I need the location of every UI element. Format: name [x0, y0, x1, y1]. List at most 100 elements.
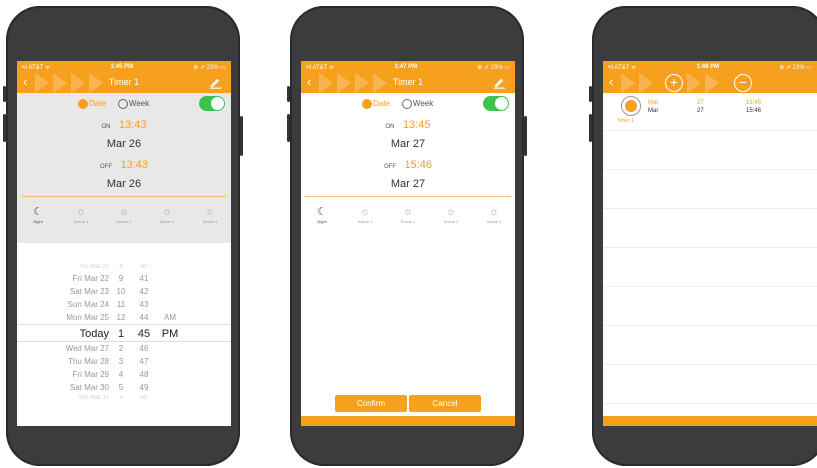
nav-title: Timer 1: [392, 77, 424, 87]
empty-row: [603, 131, 817, 170]
power-button: [524, 116, 527, 156]
scene-1[interactable]: ☼ Scene 1: [350, 205, 380, 229]
sun-icon: ☼: [118, 206, 130, 218]
on-time-row[interactable]: ON 13:45: [301, 114, 515, 134]
scene-3[interactable]: ☼ Scene 3: [152, 205, 182, 229]
moon-icon: ☾: [33, 206, 43, 218]
scene-2[interactable]: ☼ Scene 2: [109, 205, 139, 229]
off-time: 13:43: [120, 159, 148, 171]
scene-3[interactable]: ☼ Scene 3: [436, 205, 466, 229]
sun-icon: ☼: [161, 206, 173, 218]
picker-minute: 46: [139, 344, 149, 353]
scene-4[interactable]: ☼ Scene 4: [479, 205, 509, 229]
minus-circle-icon[interactable]: −: [734, 74, 752, 92]
off-time-row[interactable]: OFF 15:46: [301, 154, 515, 174]
picker-ampm: [155, 272, 185, 285]
timer-list-item[interactable]: Timer 1 Mar Mar 27 27 13:45 15:46: [603, 93, 817, 131]
week-radio[interactable]: Week: [401, 98, 433, 109]
scene-4[interactable]: ☼ Scene 4: [195, 205, 225, 229]
picker-row[interactable]: Thu Mar 21 8 40: [17, 263, 231, 272]
picker-row[interactable]: Sun Mar 31 6 50: [17, 394, 231, 403]
picker-selected-row[interactable]: Today 1 45 PM: [17, 324, 231, 342]
on-date[interactable]: Mar 27: [301, 134, 515, 154]
radio-unselected-icon: [117, 98, 128, 109]
carrier-signal: •ıl AT&T ᯤ: [22, 65, 51, 71]
picker-row[interactable]: Sat Mar 23 10 42: [17, 285, 231, 298]
divider: [305, 196, 511, 197]
scene-1[interactable]: ☼ Scene 1: [66, 205, 96, 229]
picker-hour: 12: [116, 313, 126, 322]
carrier-signal: •ıl AT&T ᯤ: [608, 65, 637, 71]
picker-ampm: [155, 381, 185, 394]
picker-hour: 3: [118, 357, 124, 366]
cancel-button[interactable]: Cancel: [409, 395, 481, 412]
picker-ampm: PM: [161, 328, 179, 340]
nav-bar: ‹ + −: [603, 73, 817, 93]
decor-chevron: [621, 73, 635, 93]
picker-hour: 10: [116, 287, 126, 296]
scene-2[interactable]: ☼ Scene 2: [393, 205, 423, 229]
plus-circle-icon[interactable]: +: [665, 74, 683, 92]
picker-row[interactable]: Fri Mar 22 9 41: [17, 272, 231, 285]
week-radio[interactable]: Week: [117, 98, 149, 109]
picker-minute: 47: [139, 357, 149, 366]
picker-minute: 50: [140, 395, 148, 401]
off-tag: OFF: [100, 164, 112, 170]
picker-date: Wed Mar 27: [65, 344, 109, 353]
nav-bar: ‹ Timer 1: [301, 73, 515, 93]
on-date[interactable]: Mar 26: [17, 134, 231, 154]
clock: 1:47 PM: [394, 64, 418, 70]
enable-toggle[interactable]: [199, 96, 225, 111]
time-column: 13:45 15:46: [746, 99, 761, 115]
picker-ampm: [155, 355, 185, 368]
picker-hour: 4: [118, 370, 124, 379]
picker-hour: 11: [116, 300, 126, 309]
sun-icon: ☼: [204, 206, 216, 218]
off-time-row[interactable]: OFF 13:43: [17, 154, 231, 174]
picker-row[interactable]: Mon Mar 25 12 44 AM: [17, 311, 231, 324]
picker-date: Sun Mar 31: [77, 395, 109, 401]
empty-row: [603, 209, 817, 248]
picker-row[interactable]: Wed Mar 27 2 46: [17, 342, 231, 355]
pencil-icon[interactable]: [209, 76, 222, 89]
scene-night[interactable]: ☾ Night: [307, 205, 337, 229]
screen-1: •ıl AT&T ᯤ 1:45 PM ⊕ ⇗ 23% ▭ ‹ Timer 1 D…: [17, 61, 231, 426]
pencil-icon[interactable]: [493, 76, 506, 89]
picker-minute: 43: [139, 300, 149, 309]
off-date[interactable]: Mar 26: [17, 174, 231, 194]
date-radio[interactable]: Date: [362, 98, 390, 109]
screen-2: •ıl AT&T ᯤ 1:47 PM ⊕ ⇗ 23% ▭ ‹ Timer 1 D…: [301, 61, 515, 426]
confirm-button[interactable]: Confirm: [335, 395, 407, 412]
scene-label: Scene 3: [159, 219, 175, 224]
radio-selected-icon: [362, 98, 372, 109]
picker-date: Sat Mar 30: [69, 383, 109, 392]
divider: [21, 196, 227, 197]
picker-minute: 44: [139, 313, 149, 322]
off-time: 15:46: [746, 108, 762, 114]
date-radio[interactable]: Date: [78, 98, 106, 109]
picker-hour: 5: [118, 383, 124, 392]
timer-list: Timer 1 Mar Mar 27 27 13:45 15:46: [603, 93, 817, 404]
picker-date: Thu Mar 28: [68, 357, 109, 366]
picker-row[interactable]: Fri Mar 29 4 48: [17, 368, 231, 381]
picker-row[interactable]: Thu Mar 28 3 47: [17, 355, 231, 368]
on-time: 13:43: [118, 119, 147, 131]
enable-toggle[interactable]: [483, 96, 509, 111]
clock: 1:45 PM: [110, 64, 134, 70]
scene-row: ☾ Night ☼ Scene 1 ☼ Scene 2 ☼ Scene 3 ☼ Scene…: [301, 199, 515, 229]
back-chevron-icon[interactable]: ‹: [609, 75, 613, 89]
status-bar: •ıl AT&T ᯤ 1:48 PM ⊕ ⇗ 23% ▭: [603, 61, 817, 73]
date-time-picker[interactable]: Thu Mar 21 8 40 Fri Mar 22 9 41 Sat Mar 23 10 42…: [17, 263, 231, 421]
picker-row[interactable]: Sat Mar 30 5 49: [17, 381, 231, 394]
picker-date: Fri Mar 29: [72, 370, 109, 379]
scene-night[interactable]: ☾ Night: [23, 205, 53, 229]
off-date[interactable]: Mar 27: [301, 174, 515, 194]
volume-up-button: [589, 114, 592, 142]
on-time-row[interactable]: ON 13:43: [17, 114, 231, 134]
sun-icon: ☼: [488, 206, 500, 218]
picker-row[interactable]: Sun Mar 24 11 43: [17, 298, 231, 311]
stage: •ıl AT&T ᯤ 1:45 PM ⊕ ⇗ 23% ▭ ‹ Timer 1 D…: [0, 0, 817, 468]
scene-label: Scene 2: [116, 219, 132, 224]
picker-ampm: AM: [164, 313, 176, 322]
bottom-bar: [603, 416, 817, 426]
